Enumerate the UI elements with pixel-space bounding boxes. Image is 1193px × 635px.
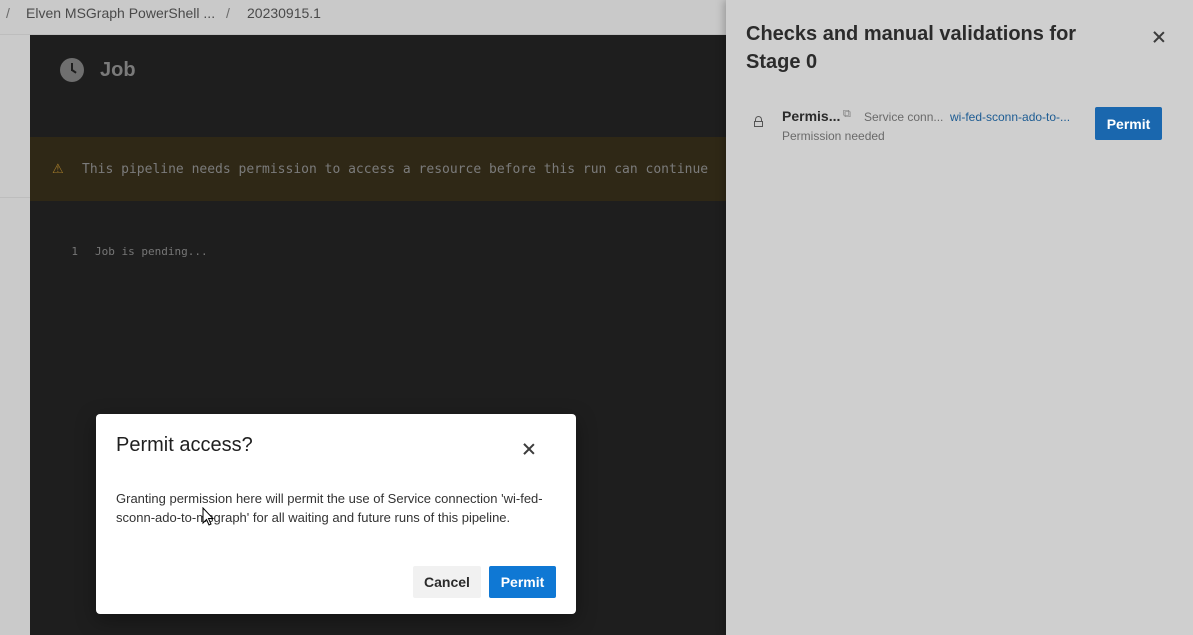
- permit-button[interactable]: Permit: [489, 566, 556, 598]
- close-icon[interactable]: [1150, 28, 1168, 46]
- clock-icon: [60, 58, 84, 82]
- service-connection-icon: ⧉: [843, 108, 851, 120]
- log-line-text: Job is pending...: [95, 245, 208, 258]
- job-header: Job: [60, 55, 136, 85]
- warning-icon: ⚠: [52, 161, 64, 176]
- breadcrumb-separator: /: [226, 5, 230, 21]
- permission-warning-banner: ⚠ This pipeline needs permission to acce…: [30, 137, 726, 201]
- resource-type: Service conn...: [864, 110, 944, 124]
- resource-link[interactable]: wi-fed-sconn-ado-to-...: [950, 110, 1070, 124]
- log-line-number: 1: [71, 245, 78, 258]
- warning-message: This pipeline needs permission to access…: [82, 161, 709, 177]
- dialog-title: Permit access?: [116, 434, 253, 456]
- breadcrumb-item-run[interactable]: 20230915.1: [247, 5, 321, 21]
- check-status: Permission needed: [782, 129, 885, 143]
- lock-icon: [754, 116, 763, 127]
- breadcrumb-item-pipeline[interactable]: Elven MSGraph PowerShell ...: [26, 5, 215, 21]
- left-sidebar-strip: [0, 35, 30, 635]
- breadcrumb-separator: /: [6, 5, 10, 21]
- mouse-cursor-icon: [202, 507, 214, 526]
- close-icon[interactable]: [520, 440, 538, 458]
- check-row: Permis... Permission needed ⧉ Service co…: [746, 104, 1166, 148]
- cancel-button[interactable]: Cancel: [413, 566, 481, 598]
- permit-button[interactable]: Permit: [1095, 107, 1162, 140]
- permit-access-dialog: Permit access? Granting permission here …: [96, 414, 576, 614]
- check-name: Permis...: [782, 108, 841, 124]
- dialog-message: Granting permission here will permit the…: [116, 491, 543, 525]
- job-title: Job: [100, 58, 136, 81]
- side-panel-title: Checks and manual validations for Stage …: [746, 23, 1077, 73]
- checks-side-panel: Checks and manual validations for Stage …: [726, 0, 1193, 635]
